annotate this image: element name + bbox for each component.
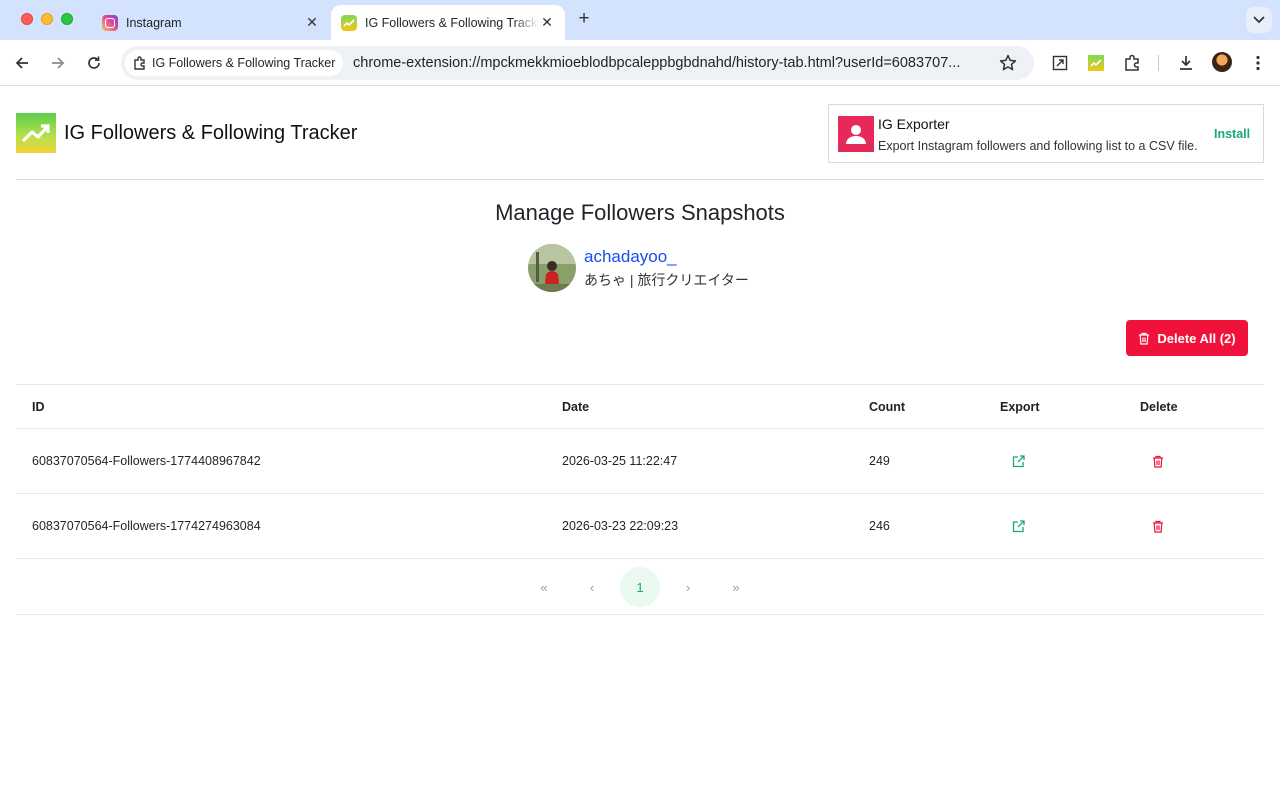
snapshot-date: 2026-03-25 11:22:47 bbox=[562, 454, 678, 468]
delete-all-button[interactable]: Delete All (2) bbox=[1126, 320, 1248, 356]
trend-up-icon bbox=[16, 113, 56, 153]
table-header-row: ID Date Count Export Delete bbox=[16, 384, 1264, 428]
snapshot-id: 60837070564-Followers-1774408967842 bbox=[32, 454, 261, 468]
next-page-button[interactable]: › bbox=[668, 567, 708, 607]
arrow-right-icon bbox=[52, 57, 65, 69]
arrow-left-icon bbox=[15, 57, 28, 69]
trash-icon bbox=[1153, 520, 1163, 533]
delete-button[interactable] bbox=[1152, 429, 1164, 493]
delete-all-label: Delete All (2) bbox=[1157, 330, 1236, 346]
window-close-button[interactable] bbox=[21, 13, 33, 25]
resize-button[interactable] bbox=[1048, 51, 1072, 75]
export-button[interactable] bbox=[1012, 494, 1025, 558]
avatar[interactable] bbox=[528, 244, 576, 292]
prev-page-button[interactable]: ‹ bbox=[572, 567, 612, 607]
table-row: 60837070564-Followers-1774274963084 2026… bbox=[16, 493, 1264, 558]
window-maximize-button[interactable] bbox=[61, 13, 73, 25]
profile-full-name: あちゃ | 旅行クリエイター bbox=[584, 271, 749, 288]
extension-icon bbox=[134, 56, 145, 70]
site-chip-label: IG Followers & Following Tracker bbox=[152, 56, 336, 70]
snapshots-table: ID Date Count Export Delete 60837070564-… bbox=[16, 384, 1264, 615]
bookmark-star-icon[interactable] bbox=[999, 54, 1017, 77]
username-link[interactable]: achadayoo_ bbox=[584, 247, 749, 267]
external-link-icon bbox=[1012, 454, 1025, 467]
expand-icon bbox=[1052, 55, 1068, 71]
reload-icon bbox=[88, 56, 100, 69]
export-button[interactable] bbox=[1012, 429, 1025, 493]
tracker-extension-button[interactable] bbox=[1084, 51, 1108, 75]
browser-tabstrip: Instagram ✕ IG Followers & Following Tra… bbox=[0, 0, 1280, 40]
browser-toolbar: IG Followers & Following Tracker chrome-… bbox=[0, 40, 1280, 86]
tab-instagram[interactable]: Instagram ✕ bbox=[92, 5, 330, 40]
page-title: Manage Followers Snapshots bbox=[495, 200, 785, 225]
reload-button[interactable] bbox=[82, 51, 106, 75]
app-brand: IG Followers & Following Tracker bbox=[16, 113, 357, 153]
profile-avatar[interactable] bbox=[1212, 52, 1232, 72]
header-divider bbox=[16, 179, 1264, 180]
window-minimize-button[interactable] bbox=[41, 13, 53, 25]
chevron-down-icon bbox=[1253, 16, 1265, 24]
last-page-button[interactable]: » bbox=[716, 567, 756, 607]
install-button[interactable]: Install bbox=[1214, 127, 1250, 141]
tab-close-icon[interactable]: ✕ bbox=[539, 14, 555, 31]
promo-description: Export Instagram followers and following… bbox=[878, 139, 1198, 153]
tracker-icon bbox=[1088, 55, 1104, 71]
puzzle-icon bbox=[1125, 54, 1139, 71]
browser-menu-button[interactable] bbox=[1246, 51, 1270, 75]
tab-title: IG Followers & Following Tracker bbox=[365, 15, 539, 30]
snapshot-date: 2026-03-23 22:09:23 bbox=[562, 519, 679, 533]
column-header-date: Date bbox=[562, 399, 590, 414]
profile-card: achadayoo_ あちゃ | 旅行クリエイター bbox=[528, 244, 749, 292]
tab-tracker[interactable]: IG Followers & Following Tracker ✕ bbox=[331, 5, 565, 40]
url-text[interactable]: chrome-extension://mpckmekkmioeblodbpcal… bbox=[353, 55, 960, 71]
tab-search-button[interactable] bbox=[1246, 7, 1272, 33]
more-vertical-icon bbox=[1256, 55, 1260, 71]
back-button[interactable] bbox=[10, 51, 34, 75]
first-page-button[interactable]: « bbox=[524, 567, 564, 607]
download-icon bbox=[1180, 56, 1192, 70]
snapshot-count: 249 bbox=[869, 454, 890, 468]
site-info-chip[interactable]: IG Followers & Following Tracker bbox=[125, 50, 344, 76]
delete-button[interactable] bbox=[1152, 494, 1164, 558]
tab-close-icon[interactable]: ✕ bbox=[304, 14, 320, 31]
column-header-delete: Delete bbox=[1140, 399, 1178, 414]
trash-icon bbox=[1153, 455, 1163, 468]
page-content: IG Followers & Following Tracker IG Expo… bbox=[0, 87, 1280, 800]
promo-title: IG Exporter bbox=[878, 116, 950, 132]
tracker-icon bbox=[341, 14, 357, 31]
app-title: IG Followers & Following Tracker bbox=[64, 121, 358, 144]
address-bar[interactable]: IG Followers & Following Tracker chrome-… bbox=[121, 46, 1034, 80]
snapshot-count: 246 bbox=[869, 519, 890, 533]
external-link-icon bbox=[1012, 519, 1025, 532]
user-icon bbox=[838, 116, 874, 152]
forward-button[interactable] bbox=[46, 51, 70, 75]
promo-card: IG Exporter Export Instagram followers a… bbox=[828, 104, 1264, 163]
instagram-icon bbox=[102, 14, 118, 31]
extensions-button[interactable] bbox=[1120, 51, 1144, 75]
toolbar-separator bbox=[1158, 55, 1159, 71]
column-header-count: Count bbox=[869, 399, 906, 414]
downloads-button[interactable] bbox=[1174, 51, 1198, 75]
table-row: 60837070564-Followers-1774408967842 2026… bbox=[16, 428, 1264, 493]
new-tab-button[interactable]: + bbox=[574, 9, 594, 30]
snapshot-id: 60837070564-Followers-1774274963084 bbox=[32, 519, 261, 533]
column-header-id: ID bbox=[32, 399, 45, 414]
page-button-current[interactable]: 1 bbox=[620, 567, 660, 607]
column-header-export: Export bbox=[1000, 399, 1040, 414]
trash-icon bbox=[1139, 332, 1150, 345]
pagination: « ‹ 1 › » bbox=[16, 558, 1264, 615]
tab-title: Instagram bbox=[126, 15, 182, 30]
